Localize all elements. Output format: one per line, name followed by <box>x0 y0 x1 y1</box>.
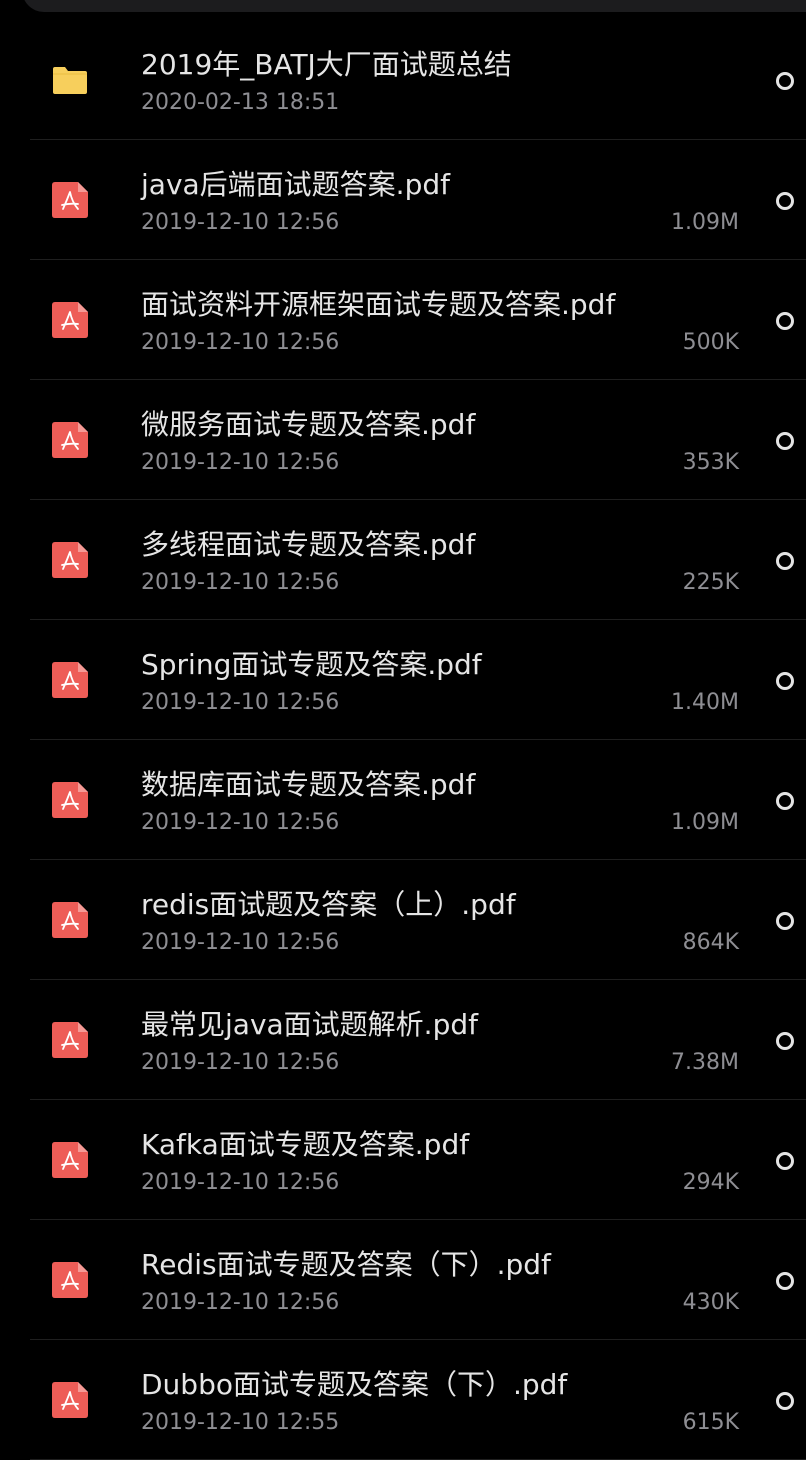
select-radio[interactable] <box>776 1152 794 1170</box>
file-name: Kafka面试专题及答案.pdf <box>141 1128 470 1161</box>
folder-row[interactable]: 2019年_BATJ大厂面试题总结 2020-02-13 18:51 <box>0 20 806 140</box>
file-name: Spring面试专题及答案.pdf <box>141 648 482 681</box>
file-row[interactable]: 面试资料开源框架面试专题及答案.pdf 2019-12-10 12:56 500K <box>0 260 806 380</box>
file-date: 2019-12-10 12:56 <box>141 1050 340 1075</box>
pdf-icon <box>52 782 88 818</box>
select-radio[interactable] <box>776 792 794 810</box>
file-size: 225K <box>682 570 739 595</box>
select-radio[interactable] <box>776 672 794 690</box>
file-size: 500K <box>682 330 739 355</box>
file-name: 多线程面试专题及答案.pdf <box>141 528 476 561</box>
file-date: 2019-12-10 12:56 <box>141 690 340 715</box>
file-name: java后端面试题答案.pdf <box>141 168 450 201</box>
select-radio[interactable] <box>776 72 794 90</box>
file-date: 2020-02-13 18:51 <box>141 90 340 115</box>
file-size: 864K <box>682 930 739 955</box>
file-row[interactable]: java后端面试题答案.pdf 2019-12-10 12:56 1.09M <box>0 140 806 260</box>
file-size: 615K <box>682 1410 739 1435</box>
file-row[interactable]: 微服务面试专题及答案.pdf 2019-12-10 12:56 353K <box>0 380 806 500</box>
file-size: 430K <box>682 1290 739 1315</box>
file-date: 2019-12-10 12:56 <box>141 930 340 955</box>
file-size: 1.09M <box>671 810 739 835</box>
file-date: 2019-12-10 12:56 <box>141 1170 340 1195</box>
file-name: Dubbo面试专题及答案（下）.pdf <box>141 1368 568 1401</box>
file-row[interactable]: Kafka面试专题及答案.pdf 2019-12-10 12:56 294K <box>0 1100 806 1220</box>
file-row[interactable]: redis面试题及答案（上）.pdf 2019-12-10 12:56 864K <box>0 860 806 980</box>
select-radio[interactable] <box>776 312 794 330</box>
pdf-icon <box>52 1022 88 1058</box>
file-name: 数据库面试专题及答案.pdf <box>141 768 476 801</box>
file-date: 2019-12-10 12:55 <box>141 1410 340 1435</box>
file-date: 2019-12-10 12:56 <box>141 450 340 475</box>
select-radio[interactable] <box>776 432 794 450</box>
file-row[interactable]: Spring面试专题及答案.pdf 2019-12-10 12:56 1.40M <box>0 620 806 740</box>
file-size: 7.38M <box>671 1050 739 1075</box>
file-size: 353K <box>682 450 739 475</box>
file-row[interactable]: 多线程面试专题及答案.pdf 2019-12-10 12:56 225K <box>0 500 806 620</box>
file-name: redis面试题及答案（上）.pdf <box>141 888 516 921</box>
file-name: 面试资料开源框架面试专题及答案.pdf <box>141 288 616 321</box>
file-size: 294K <box>682 1170 739 1195</box>
select-radio[interactable] <box>776 552 794 570</box>
file-list: 2019年_BATJ大厂面试题总结 2020-02-13 18:51 java后端面… <box>0 20 806 1460</box>
file-row[interactable]: 最常见java面试题解析.pdf 2019-12-10 12:56 7.38M <box>0 980 806 1100</box>
folder-icon <box>52 62 88 98</box>
pdf-icon <box>52 422 88 458</box>
pdf-icon <box>52 542 88 578</box>
file-name: 微服务面试专题及答案.pdf <box>141 408 476 441</box>
file-row[interactable]: 数据库面试专题及答案.pdf 2019-12-10 12:56 1.09M <box>0 740 806 860</box>
pdf-icon <box>52 182 88 218</box>
pdf-icon <box>52 902 88 938</box>
file-row[interactable]: Dubbo面试专题及答案（下）.pdf 2019-12-10 12:55 615K <box>0 1340 806 1460</box>
file-name: Redis面试专题及答案（下）.pdf <box>141 1248 551 1281</box>
select-radio[interactable] <box>776 1272 794 1290</box>
file-date: 2019-12-10 12:56 <box>141 330 340 355</box>
select-radio[interactable] <box>776 1392 794 1410</box>
select-radio[interactable] <box>776 912 794 930</box>
file-name: 最常见java面试题解析.pdf <box>141 1008 478 1041</box>
file-size: 1.40M <box>671 690 739 715</box>
pdf-icon <box>52 302 88 338</box>
pdf-icon <box>52 662 88 698</box>
select-radio[interactable] <box>776 1032 794 1050</box>
select-radio[interactable] <box>776 192 794 210</box>
file-name: 2019年_BATJ大厂面试题总结 <box>141 48 512 81</box>
file-size: 1.09M <box>671 210 739 235</box>
pdf-icon <box>52 1262 88 1298</box>
pdf-icon <box>52 1382 88 1418</box>
file-date: 2019-12-10 12:56 <box>141 210 340 235</box>
file-row[interactable]: Redis面试专题及答案（下）.pdf 2019-12-10 12:56 430K <box>0 1220 806 1340</box>
top-bar <box>22 0 806 12</box>
file-date: 2019-12-10 12:56 <box>141 810 340 835</box>
file-date: 2019-12-10 12:56 <box>141 1290 340 1315</box>
pdf-icon <box>52 1142 88 1178</box>
file-date: 2019-12-10 12:56 <box>141 570 340 595</box>
